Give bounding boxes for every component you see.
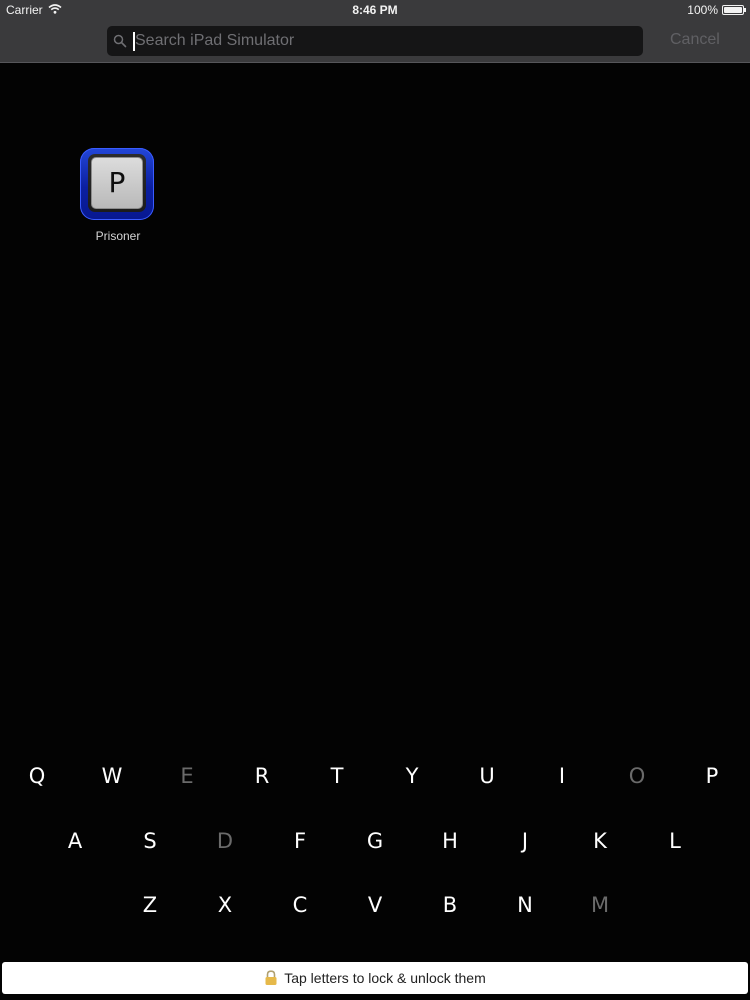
letter-key-t[interactable]: T	[317, 756, 357, 796]
letter-key-g[interactable]: G	[355, 821, 395, 861]
letter-key-k[interactable]: K	[580, 821, 620, 861]
search-box[interactable]	[107, 26, 643, 56]
letter-key-u[interactable]: U	[467, 756, 507, 796]
footer-text: Tap letters to lock & unlock them	[284, 970, 486, 986]
status-bar: Carrier 8:46 PM 100%	[0, 0, 750, 20]
letter-key-v[interactable]: V	[355, 885, 395, 925]
app-icon-letter: P	[91, 157, 143, 209]
letter-key-w[interactable]: W	[92, 756, 132, 796]
letter-key-o[interactable]: O	[617, 756, 657, 796]
letter-key-p[interactable]: P	[692, 756, 732, 796]
letter-key-y[interactable]: Y	[392, 756, 432, 796]
letter-key-a[interactable]: A	[55, 821, 95, 861]
letter-key-z[interactable]: Z	[130, 885, 170, 925]
letter-key-b[interactable]: B	[430, 885, 470, 925]
letter-key-d[interactable]: D	[205, 821, 245, 861]
letter-key-e[interactable]: E	[167, 756, 207, 796]
letter-key-l[interactable]: L	[655, 821, 695, 861]
app-label: Prisoner	[95, 229, 141, 243]
status-right: 100%	[687, 3, 746, 17]
letter-key-s[interactable]: S	[130, 821, 170, 861]
letter-key-j[interactable]: J	[505, 821, 545, 861]
cancel-button[interactable]: Cancel	[670, 31, 720, 49]
search-input[interactable]	[135, 26, 635, 56]
letter-key-i[interactable]: I	[542, 756, 582, 796]
battery-icon	[722, 5, 746, 15]
lock-icon	[265, 970, 277, 985]
letter-key-m[interactable]: M	[580, 885, 620, 925]
letter-key-n[interactable]: N	[505, 885, 545, 925]
app-icon-tile: P	[88, 154, 146, 212]
letter-key-r[interactable]: R	[242, 756, 282, 796]
letter-key-x[interactable]: X	[205, 885, 245, 925]
app-prisoner[interactable]: P Prisoner	[80, 148, 156, 243]
letter-key-q[interactable]: Q	[17, 756, 57, 796]
footer-banner: Tap letters to lock & unlock them	[2, 962, 748, 994]
search-header: Cancel	[0, 20, 750, 63]
battery-percent: 100%	[687, 3, 718, 17]
app-icon[interactable]: P	[80, 148, 154, 220]
letter-key-c[interactable]: C	[280, 885, 320, 925]
letter-key-f[interactable]: F	[280, 821, 320, 861]
status-time: 8:46 PM	[352, 3, 398, 17]
letter-key-h[interactable]: H	[430, 821, 470, 861]
search-icon	[113, 34, 127, 48]
